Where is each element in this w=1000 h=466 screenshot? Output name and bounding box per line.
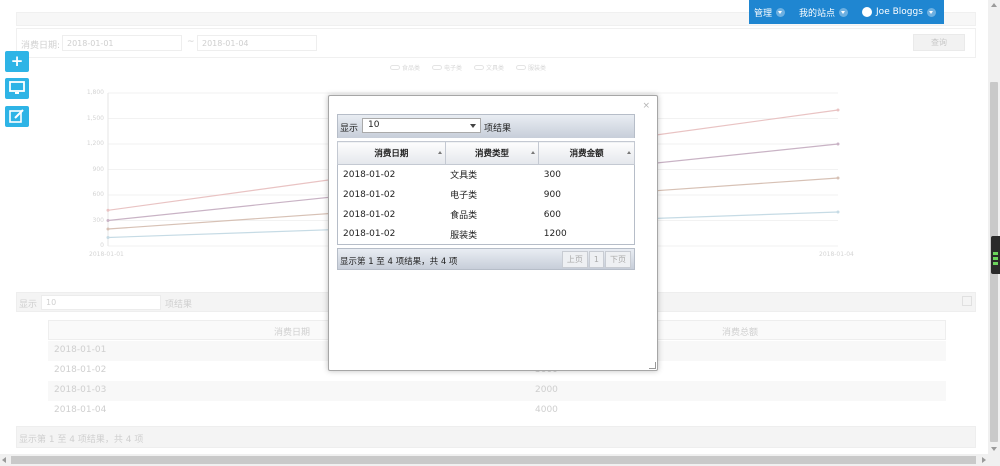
scroll-right-icon[interactable] xyxy=(982,457,986,463)
scrollbar-thumb[interactable] xyxy=(11,456,976,464)
sort-icon xyxy=(437,151,442,154)
detail-dialog: × 显示 10 项结果 消费日期 消费类型 消费金额 2018-01-02 文具类… xyxy=(328,95,658,371)
detail-table-toolbar: 显示 10 项结果 xyxy=(337,114,635,138)
cell-date: 2018-01-02 xyxy=(337,224,446,245)
table-row: 2018-01-02 服装类 1200 xyxy=(337,224,635,245)
show-label: 显示 xyxy=(19,300,38,310)
cell-type: 食品类 xyxy=(445,204,539,225)
data-point xyxy=(836,210,840,214)
chevron-down-icon xyxy=(470,124,476,128)
column-header-date[interactable]: 消费日期 xyxy=(337,141,446,165)
x-tick-label: 2018-01-04 xyxy=(819,251,854,258)
cell-type: 服装类 xyxy=(445,224,539,245)
data-point xyxy=(106,236,110,239)
cell-date: 2018-01-02 xyxy=(54,365,107,375)
table-row: 2018-01-02 食品类 600 xyxy=(337,204,635,225)
close-icon[interactable]: × xyxy=(642,101,650,111)
cell-amount: 900 xyxy=(538,184,635,205)
resize-handle[interactable] xyxy=(649,362,656,369)
data-point xyxy=(106,227,110,231)
cell-type: 文具类 xyxy=(445,164,539,185)
y-tick-label: 900 xyxy=(92,165,104,173)
y-tick-label: 300 xyxy=(92,216,104,224)
cell-date: 2018-01-01 xyxy=(54,345,107,355)
cell-amount: 600 xyxy=(538,204,635,225)
chevron-down-icon xyxy=(926,7,936,17)
column-header-label: 消费类型 xyxy=(474,149,509,159)
display-button[interactable] xyxy=(5,78,29,99)
page-size-value: 10 xyxy=(368,120,380,130)
results-label: 项结果 xyxy=(165,300,193,310)
show-label: 显示 xyxy=(340,124,359,134)
cell-date: 2018-01-02 xyxy=(337,204,446,225)
cell-type: 电子类 xyxy=(445,184,539,205)
column-header-type[interactable]: 消费类型 xyxy=(444,141,540,165)
edit-button[interactable] xyxy=(5,106,29,127)
pagination: 上页 1 下页 xyxy=(561,251,631,268)
horizontal-scrollbar[interactable] xyxy=(0,454,988,466)
top-nav: 管理 我的站点 Joe Bloggs xyxy=(749,0,944,24)
summary-table-footer: 显示第 1 至 4 项结果，共 4 项 xyxy=(16,426,976,448)
page-number-button[interactable]: 1 xyxy=(588,251,604,268)
monitor-icon xyxy=(9,81,25,94)
table-row: 2018-01-02 文具类 300 xyxy=(337,164,635,185)
results-label: 项结果 xyxy=(484,124,512,134)
table-info: 显示第 1 至 4 项结果，共 4 项 xyxy=(340,257,458,267)
cell-amount: 1200 xyxy=(538,224,635,245)
data-point xyxy=(836,142,840,146)
cell-date: 2018-01-02 xyxy=(337,184,446,205)
chevron-down-icon xyxy=(776,7,786,17)
column-header-label: 消费金额 xyxy=(569,149,604,159)
column-header-total[interactable]: 消费总额 xyxy=(722,325,758,338)
scroll-down-icon[interactable] xyxy=(991,447,997,451)
nav-my-site-label: 我的站点 xyxy=(799,8,836,19)
y-tick-label: 0 xyxy=(100,242,104,249)
add-button[interactable]: + xyxy=(5,51,29,72)
chevron-down-icon xyxy=(839,7,849,17)
cell-amount: 300 xyxy=(538,164,635,185)
y-tick-label: 1,800 xyxy=(86,89,104,96)
y-tick-label: 1,200 xyxy=(86,140,104,147)
table-row: 2018-01-03 2000 xyxy=(48,381,946,401)
data-point xyxy=(836,176,840,180)
prev-page-button[interactable]: 上页 xyxy=(561,251,588,268)
plus-icon: + xyxy=(10,52,24,70)
nav-user-menu[interactable]: Joe Bloggs xyxy=(862,7,936,17)
cell-total: 4000 xyxy=(535,405,558,415)
sort-icon xyxy=(627,151,631,154)
side-widget[interactable] xyxy=(991,236,1000,274)
detail-table-footer: 显示第 1 至 4 项结果，共 4 项 上页 1 下页 xyxy=(337,248,635,270)
y-tick-label: 1,500 xyxy=(86,114,104,122)
data-point xyxy=(106,219,110,222)
vertical-scrollbar[interactable] xyxy=(988,0,1000,466)
user-name: Joe Bloggs xyxy=(876,7,923,17)
x-tick-label: 2018-01-01 xyxy=(89,251,124,258)
edit-icon xyxy=(9,109,24,123)
nav-my-site[interactable]: 我的站点 xyxy=(799,6,849,19)
cell-total: 2000 xyxy=(535,385,558,395)
cell-date: 2018-01-03 xyxy=(54,385,107,395)
export-icon[interactable] xyxy=(962,296,972,306)
detail-table: 消费日期 消费类型 消费金额 2018-01-02 文具类 300 2018-01-… xyxy=(337,141,635,245)
next-page-button[interactable]: 下页 xyxy=(605,251,631,268)
page-size-select[interactable]: 10 xyxy=(41,295,161,310)
table-row: 2018-01-02 电子类 900 xyxy=(337,184,635,205)
scroll-up-icon[interactable] xyxy=(991,3,997,7)
page-size-select[interactable]: 10 xyxy=(362,118,481,133)
cell-date: 2018-01-02 xyxy=(337,164,446,185)
table-info: 显示第 1 至 4 项结果，共 4 项 xyxy=(19,435,144,445)
cell-date: 2018-01-04 xyxy=(54,405,107,415)
column-header-amount[interactable]: 消费金额 xyxy=(538,141,635,165)
nav-manage[interactable]: 管理 xyxy=(754,6,786,19)
data-point xyxy=(106,208,110,212)
nav-manage-label: 管理 xyxy=(754,8,773,19)
column-header-date[interactable]: 消费日期 xyxy=(274,325,310,338)
avatar xyxy=(862,7,873,17)
table-row: 2018-01-04 4000 xyxy=(48,401,946,421)
scroll-left-icon[interactable] xyxy=(2,457,6,463)
y-tick-label: 600 xyxy=(92,191,104,198)
sort-icon xyxy=(531,151,536,154)
column-header-label: 消费日期 xyxy=(374,149,409,159)
data-point xyxy=(836,108,840,112)
